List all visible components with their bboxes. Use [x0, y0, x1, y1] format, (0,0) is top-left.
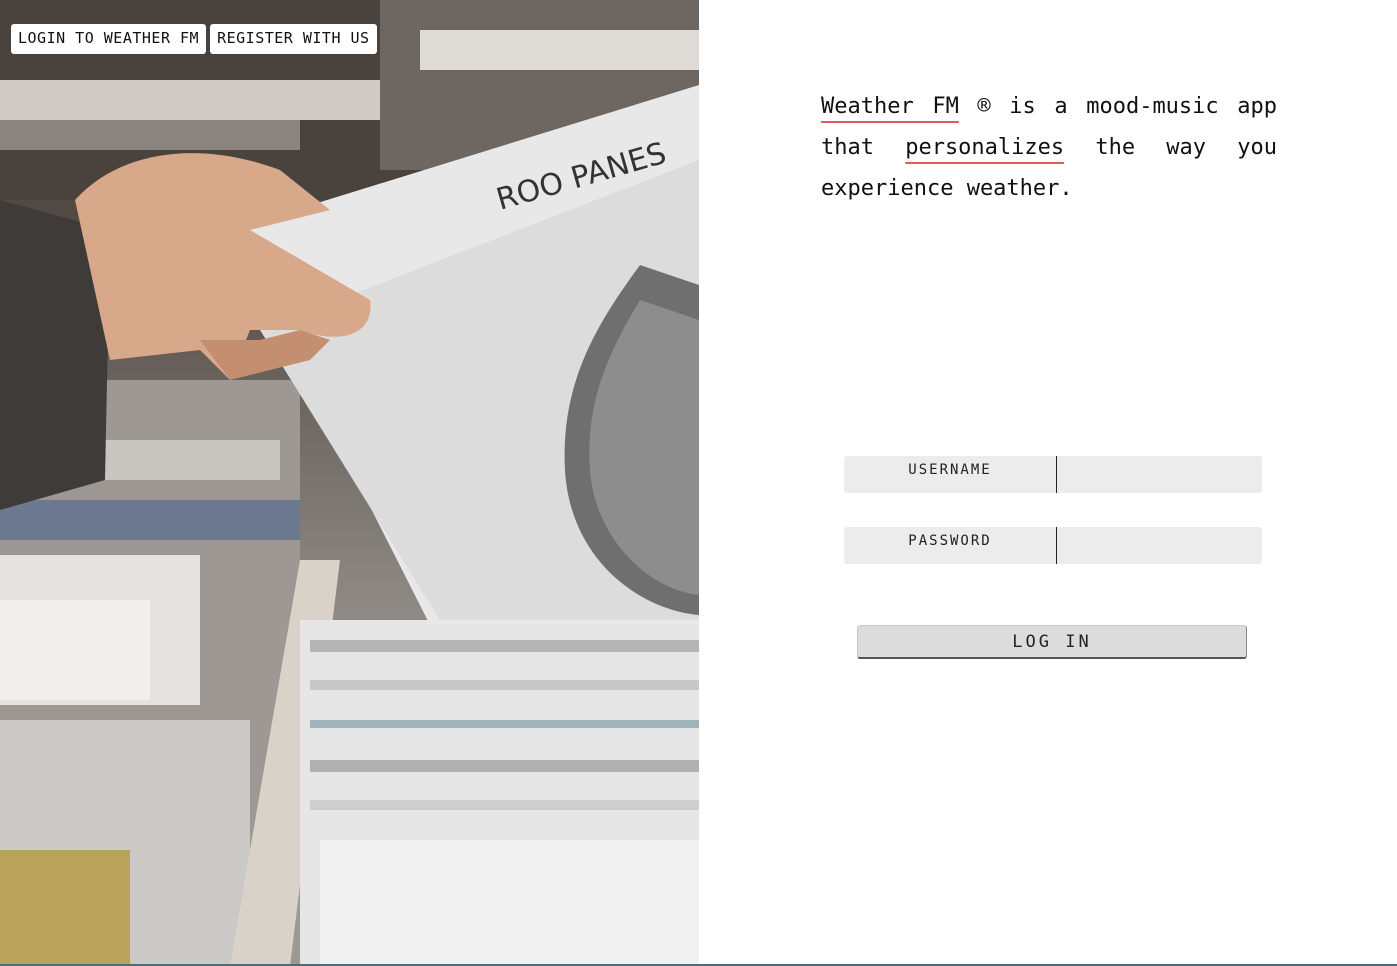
username-label: USERNAME [908, 462, 992, 478]
password-label: PASSWORD [908, 533, 992, 549]
username-input[interactable] [1058, 456, 1258, 493]
username-divider [1056, 456, 1057, 493]
tagline-highlight: personalizes [905, 135, 1065, 160]
top-nav: LOGIN TO WEATHER FM REGISTER WITH US [11, 24, 377, 54]
registered-mark: ® [977, 94, 991, 119]
password-divider [1056, 527, 1057, 564]
hero-photo: ROO PANES [0, 0, 699, 966]
login-page: ROO PANES LOGIN TO WEATHER FM REGISTER W… [0, 0, 1397, 966]
login-nav-button[interactable]: LOGIN TO WEATHER FM [11, 24, 207, 54]
brand-text: Weather FM [821, 94, 959, 119]
password-input[interactable] [1058, 527, 1258, 564]
tagline: Weather FM ® is a mood-music app that pe… [821, 86, 1277, 209]
register-nav-button[interactable]: REGISTER WITH US [210, 24, 377, 54]
record-store-illustration: ROO PANES [0, 0, 699, 966]
brand-name: Weather FM [821, 94, 959, 119]
username-field: USERNAME [844, 456, 1262, 493]
log-in-button[interactable]: LOG IN [857, 625, 1247, 659]
password-field: PASSWORD [844, 527, 1262, 564]
